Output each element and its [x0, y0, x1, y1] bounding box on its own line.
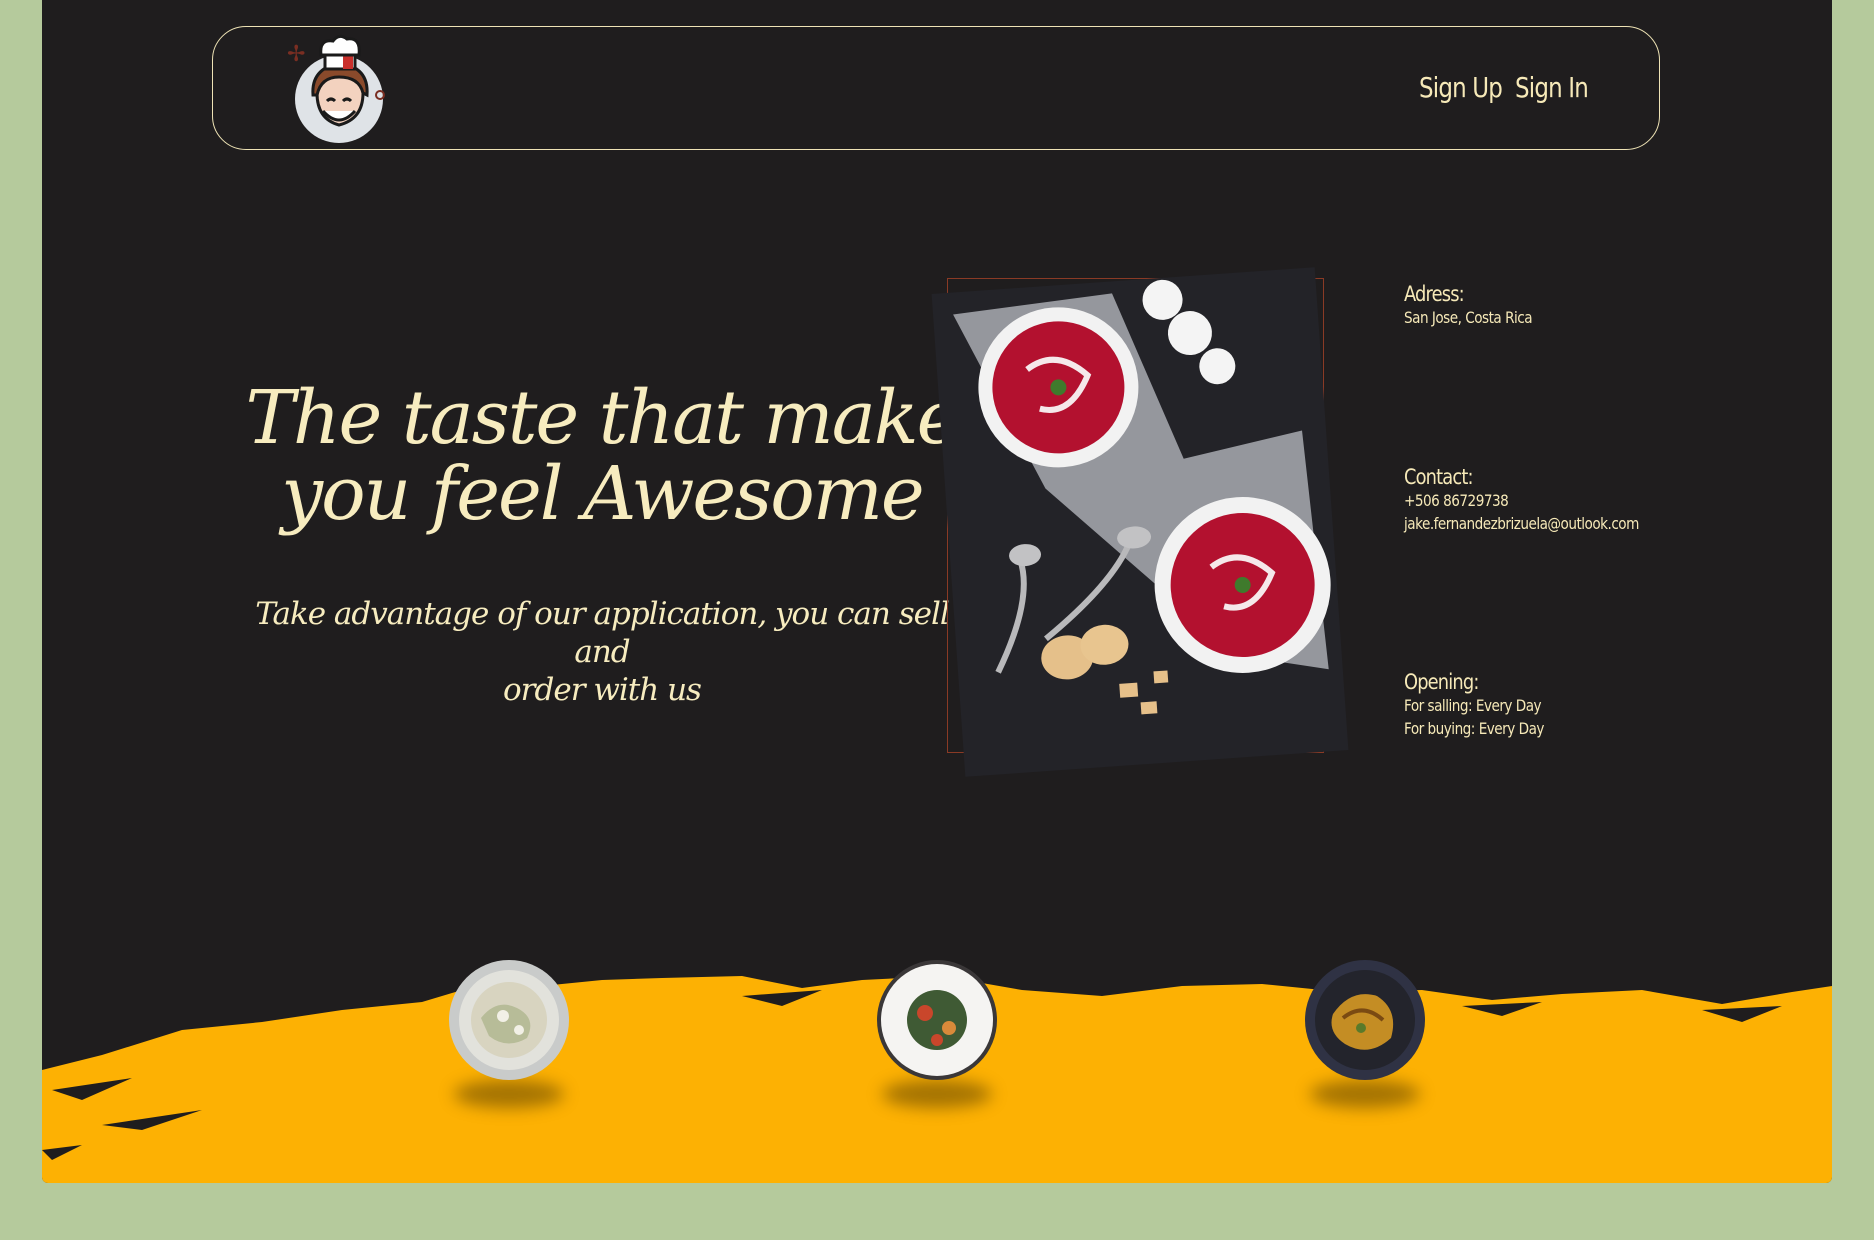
hero-title-line: The taste that make — [245, 375, 961, 461]
contact-phone[interactable]: +506 86729738 — [1404, 489, 1639, 512]
navbar: ✢ Sign Up Sign In — [212, 26, 1660, 150]
dish-plate-salad[interactable] — [447, 958, 571, 1082]
svg-text:✢: ✢ — [287, 42, 305, 67]
plate-shadow — [1310, 1080, 1420, 1108]
hero-subtitle: Take advantage of our application, you c… — [252, 595, 952, 709]
info-contact: Contact: +506 86729738 jake.fernandezbri… — [1404, 465, 1680, 535]
chef-avatar-icon[interactable]: ✢ — [283, 33, 393, 145]
plate-shadow — [882, 1080, 992, 1108]
dish-plate-pasta-vegetables[interactable] — [875, 958, 999, 1082]
info-opening: Opening: For salling: Every Day For buyi… — [1404, 670, 1569, 740]
hero-title-line: you feel Awesome — [281, 451, 924, 537]
adress-heading: Adress: — [1404, 282, 1465, 306]
dish-plate-noodles[interactable] — [1303, 958, 1427, 1082]
sign-up-link[interactable]: Sign Up — [1419, 71, 1503, 104]
hero-title: The taste that make you feel Awesome — [232, 380, 972, 532]
sign-in-link[interactable]: Sign In — [1515, 71, 1589, 104]
info-adress: Adress: San Jose, Costa Rica — [1404, 282, 1555, 329]
soup-bowls-photo — [931, 267, 1349, 777]
opening-heading: Opening: — [1404, 670, 1479, 694]
hero-subtitle-line: Take advantage of our application, you c… — [255, 596, 950, 670]
opening-buying: For buying: Every Day — [1404, 719, 1544, 738]
plate-shadow — [454, 1080, 564, 1108]
opening-selling: For salling: Every Day — [1404, 696, 1542, 715]
landing-card: ✢ Sign Up Sign In The taste that make yo… — [42, 0, 1832, 1183]
contact-heading: Contact: — [1404, 465, 1474, 489]
adress-value: San Jose, Costa Rica — [1404, 308, 1533, 327]
contact-email[interactable]: jake.fernandezbrizuela@outlook.com — [1404, 512, 1639, 535]
hero-subtitle-line: order with us — [503, 672, 702, 708]
